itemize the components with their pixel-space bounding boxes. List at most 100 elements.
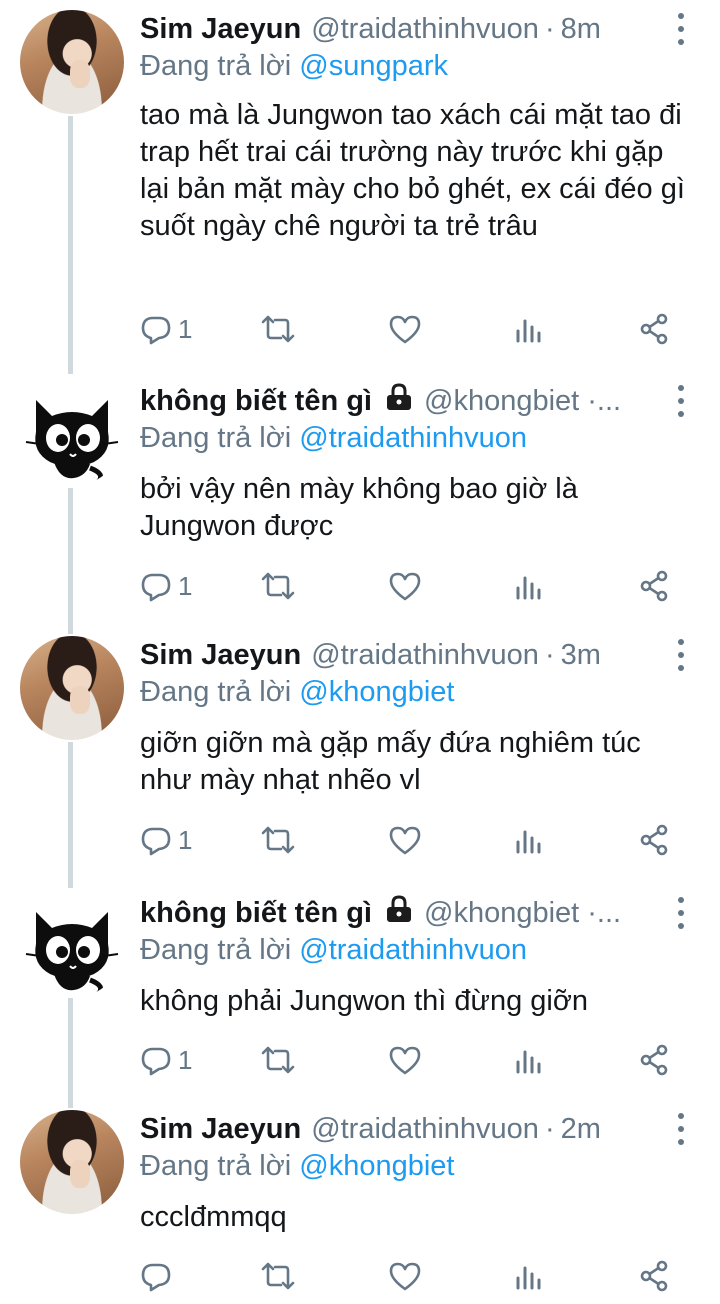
analytics-icon [514, 313, 544, 345]
replying-to-label: Đang trả lời [140, 50, 300, 82]
timestamp[interactable]: 2m [561, 1113, 601, 1146]
heart-icon [388, 570, 422, 602]
reply-count: 1 [178, 1044, 193, 1075]
reply-count: 1 [178, 313, 193, 344]
tweet-text: không phải Jungwon thì đừng giỡn [140, 985, 588, 1017]
share-button[interactable] [638, 568, 670, 604]
tweet-actions: 1 [140, 822, 680, 858]
display-name[interactable]: không biết tên gì [140, 385, 372, 418]
mention-link[interactable]: @traidathinhvuon [299, 934, 527, 966]
share-icon [638, 824, 670, 856]
black-cat-icon [25, 400, 119, 484]
more-vertical-icon[interactable] [676, 897, 686, 929]
share-button[interactable] [638, 1042, 670, 1078]
tweet-actions: 1 [140, 311, 680, 347]
retweet-icon [260, 1044, 296, 1076]
tweet-header: không biết tên gì @khongbiet ·... [140, 382, 621, 420]
analytics-icon [514, 824, 544, 856]
retweet-button[interactable] [260, 311, 296, 347]
display-name[interactable]: Sim Jaeyun [140, 13, 301, 46]
avatar[interactable] [20, 1110, 124, 1214]
thread-connector [68, 998, 73, 1108]
share-icon [638, 313, 670, 345]
retweet-button[interactable] [260, 822, 296, 858]
reply-button[interactable]: 1 [140, 311, 192, 347]
tweet-text: tao mà là Jungwon tao xách cái mặt tao đ… [140, 99, 685, 242]
username[interactable]: @traidathinhvuon [311, 639, 539, 672]
heart-icon [388, 1044, 422, 1076]
retweet-button[interactable] [260, 1258, 296, 1294]
thread-connector [68, 116, 73, 374]
replying-to: Đang trả lời @sungpark [140, 50, 448, 83]
analytics-button[interactable] [514, 1258, 544, 1294]
avatar[interactable] [20, 894, 124, 998]
like-button[interactable] [388, 822, 422, 858]
like-button[interactable] [388, 311, 422, 347]
avatar[interactable] [20, 636, 124, 740]
username[interactable]: @khongbiet ·... [424, 897, 621, 930]
more-vertical-icon[interactable] [676, 13, 686, 45]
reply-icon [140, 1260, 172, 1292]
heart-icon [388, 313, 422, 345]
timestamp[interactable]: 8m [561, 13, 601, 46]
avatar[interactable] [20, 10, 124, 114]
mention-link[interactable]: @traidathinhvuon [299, 422, 527, 454]
timestamp[interactable]: 3m [561, 639, 601, 672]
lock-icon [384, 383, 414, 419]
share-button[interactable] [638, 1258, 670, 1294]
reply-count: 1 [178, 570, 193, 601]
like-button[interactable] [388, 1258, 422, 1294]
separator-dot: · [544, 1112, 555, 1145]
reply-icon [140, 313, 172, 345]
display-name[interactable]: Sim Jaeyun [140, 1113, 301, 1146]
more-vertical-icon[interactable] [676, 385, 686, 417]
share-button[interactable] [638, 822, 670, 858]
tweet-text: bởi vậy nên mày không bao giờ là Jungwon… [140, 473, 578, 542]
reply-button[interactable]: 1 [140, 822, 192, 858]
replying-to-label: Đang trả lời [140, 1150, 300, 1182]
reply-button[interactable]: 1 [140, 1042, 192, 1078]
tweet-header: không biết tên gì @khongbiet ·... [140, 894, 621, 932]
black-cat-icon [25, 912, 119, 996]
reply-button[interactable] [140, 1258, 178, 1294]
retweet-button[interactable] [260, 568, 296, 604]
like-button[interactable] [388, 1042, 422, 1078]
username[interactable]: @traidathinhvuon [311, 1113, 539, 1146]
analytics-button[interactable] [514, 568, 544, 604]
reply-count: 1 [178, 824, 193, 855]
analytics-icon [514, 1044, 544, 1076]
username[interactable]: @traidathinhvuon [311, 13, 539, 46]
tweet-header: Sim Jaeyun @traidathinhvuon · 2m [140, 1110, 601, 1148]
tweet-actions [140, 1258, 680, 1294]
analytics-button[interactable] [514, 311, 544, 347]
share-button[interactable] [638, 311, 670, 347]
mention-link[interactable]: @khongbiet [299, 1150, 454, 1182]
retweet-icon [260, 570, 296, 602]
like-button[interactable] [388, 568, 422, 604]
more-vertical-icon[interactable] [676, 639, 686, 671]
tweet-actions: 1 [140, 1042, 680, 1078]
more-vertical-icon[interactable] [676, 1113, 686, 1145]
share-icon [638, 1044, 670, 1076]
retweet-button[interactable] [260, 1042, 296, 1078]
display-name[interactable]: Sim Jaeyun [140, 639, 301, 672]
separator-dot: · [544, 12, 555, 45]
display-name[interactable]: không biết tên gì [140, 897, 372, 930]
retweet-icon [260, 1260, 296, 1292]
share-icon [638, 570, 670, 602]
analytics-button[interactable] [514, 1042, 544, 1078]
analytics-button[interactable] [514, 822, 544, 858]
replying-to-label: Đang trả lời [140, 676, 300, 708]
username[interactable]: @khongbiet ·... [424, 385, 621, 418]
reply-icon [140, 570, 172, 602]
mention-link[interactable]: @khongbiet [299, 676, 454, 708]
replying-to: Đang trả lời @traidathinhvuon [140, 934, 527, 967]
mention-link[interactable]: @sungpark [299, 50, 448, 82]
reply-button[interactable]: 1 [140, 568, 192, 604]
avatar[interactable] [20, 382, 124, 486]
lock-icon [384, 895, 414, 931]
tweet-header: Sim Jaeyun @traidathinhvuon · 3m [140, 636, 601, 674]
tweet-header: Sim Jaeyun @traidathinhvuon · 8m [140, 10, 601, 48]
reply-icon [140, 824, 172, 856]
reply-icon [140, 1044, 172, 1076]
